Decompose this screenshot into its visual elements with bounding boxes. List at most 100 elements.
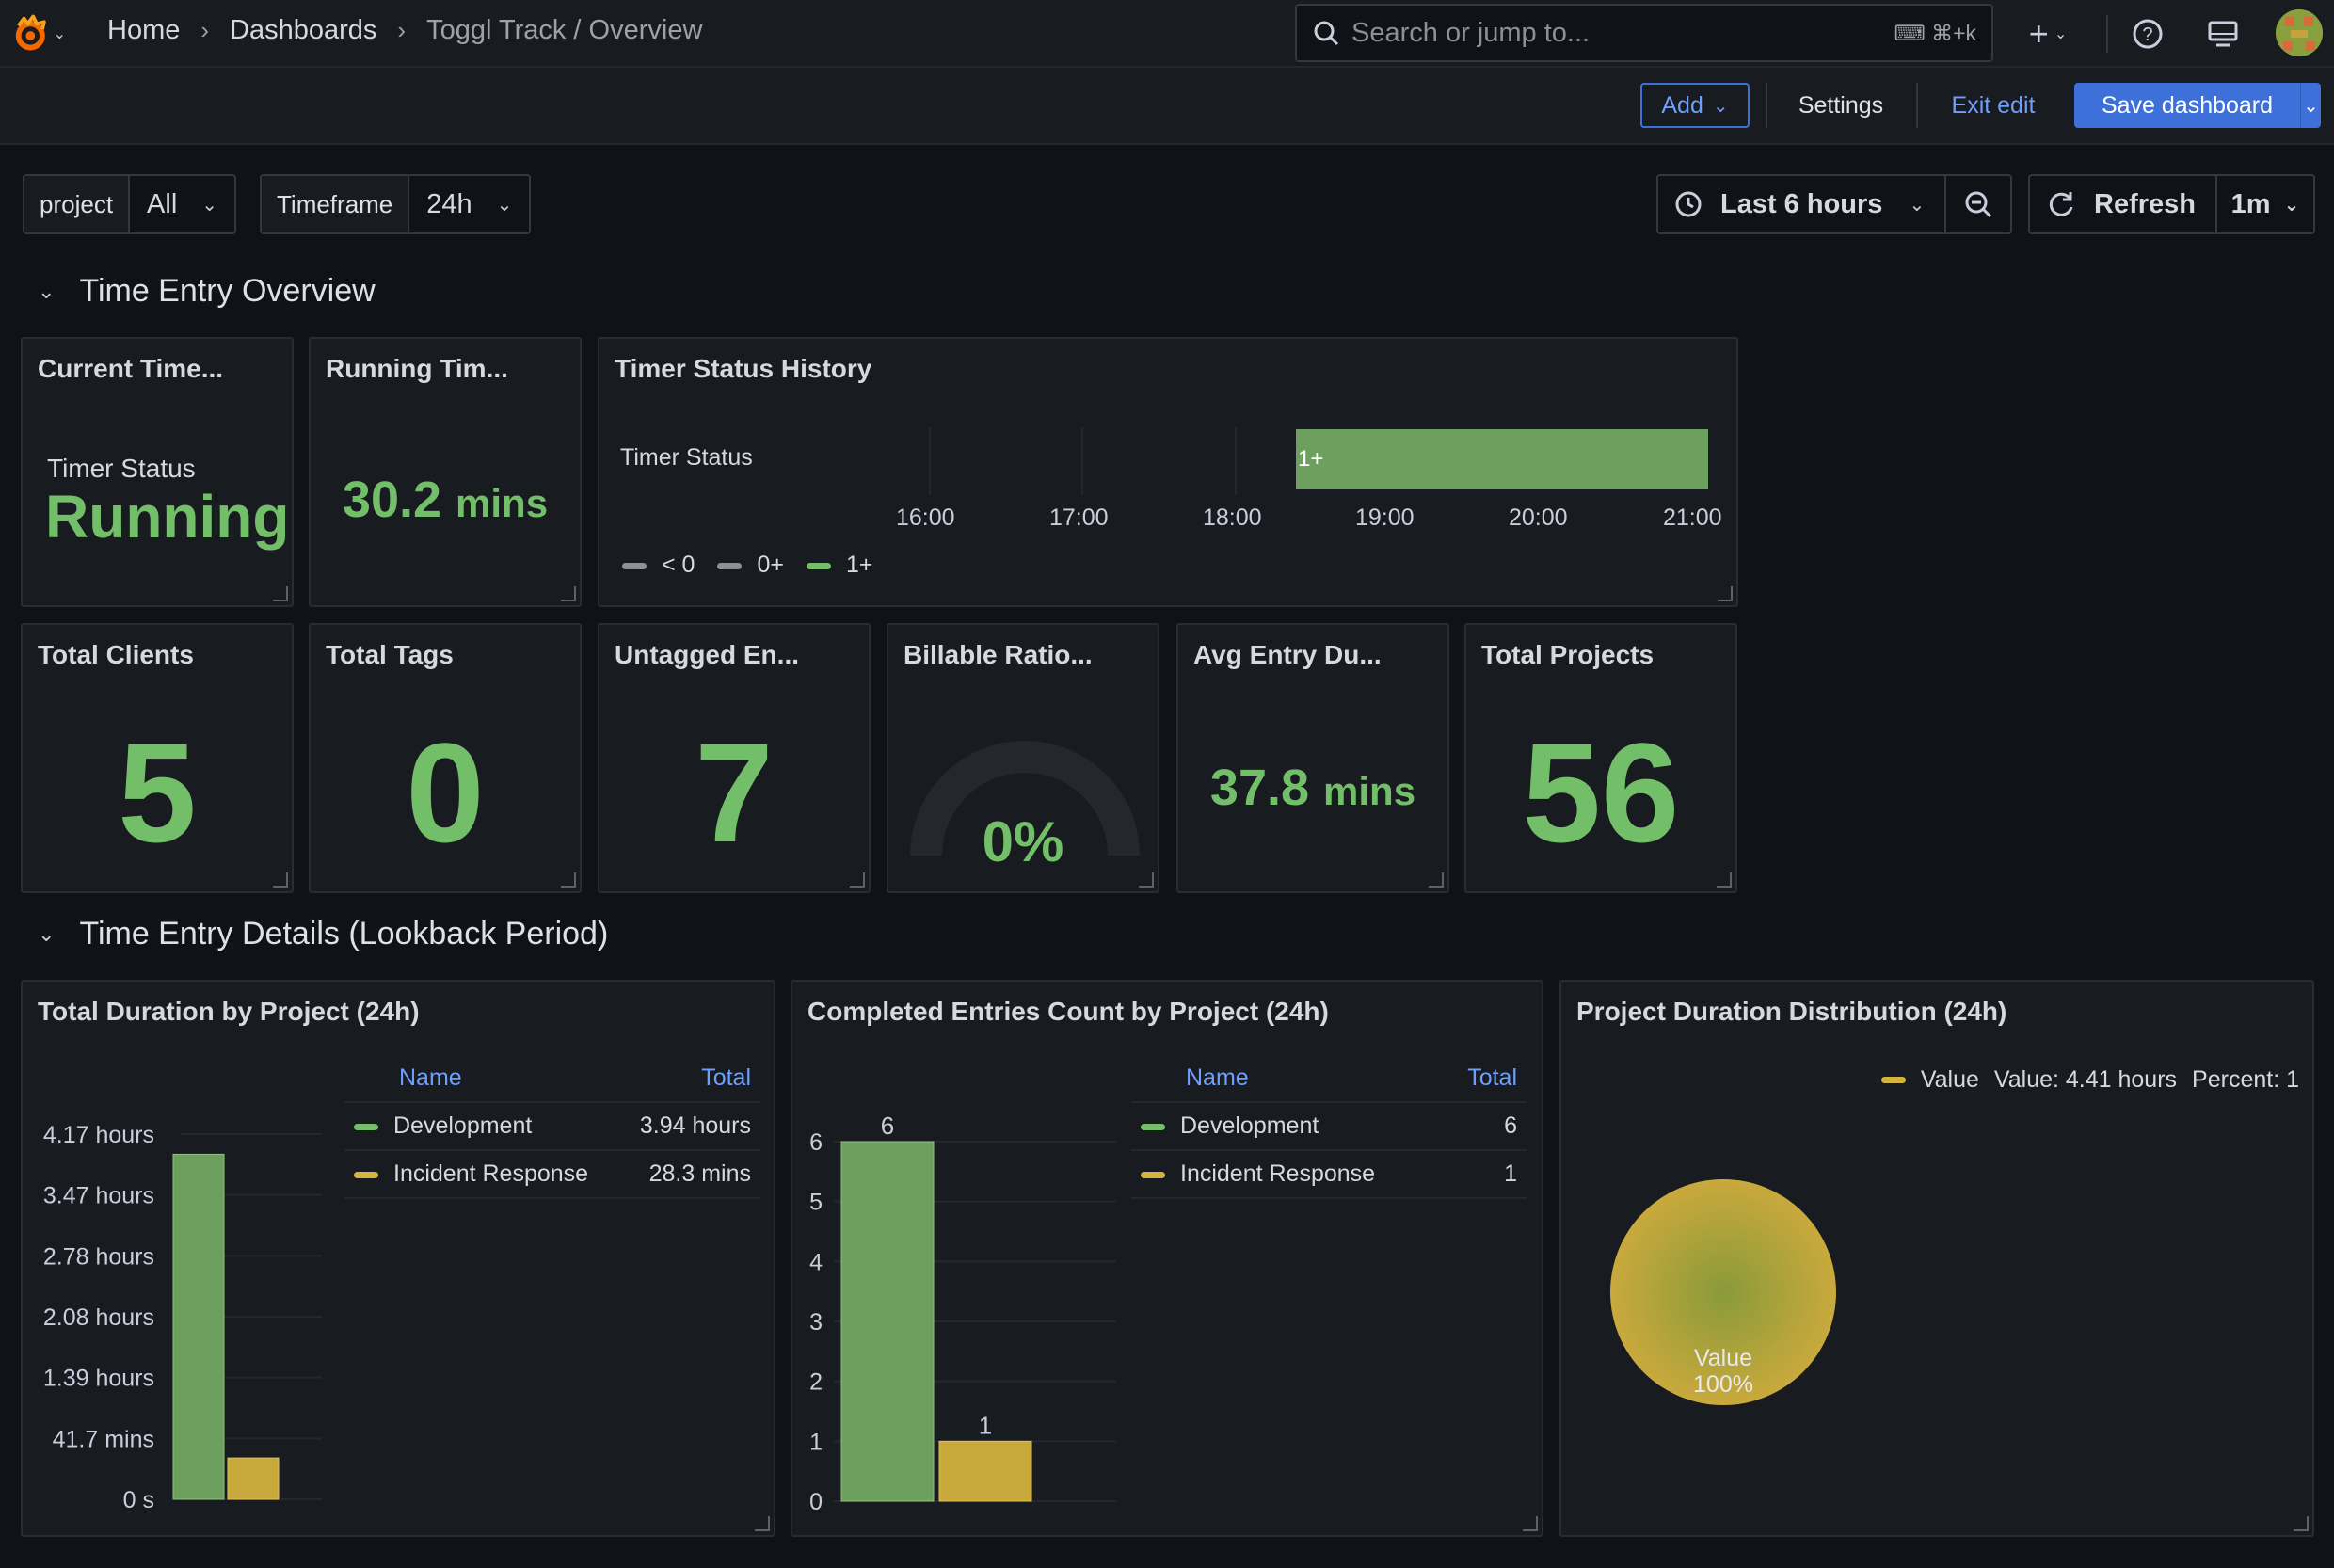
chevron-right-icon: ›: [397, 16, 407, 44]
stat-label: Timer Status: [47, 454, 196, 483]
section-title: Time Entry Overview: [79, 273, 376, 309]
monitor-svg: [2208, 21, 2238, 47]
zoom-out-button[interactable]: [1944, 176, 2010, 232]
legend-swatch: [354, 1123, 378, 1130]
panel-title: Avg Entry Du...: [1193, 640, 1382, 669]
resize-handle[interactable]: [850, 872, 865, 888]
row-time-entry-overview[interactable]: ⌄ Time Entry Overview: [38, 273, 376, 310]
legend-item[interactable]: < 0: [622, 552, 695, 579]
toolbar-divider: [2106, 15, 2108, 53]
legend-row[interactable]: Incident Response 28.3 mins: [344, 1150, 760, 1199]
panel-total-clients[interactable]: Total Clients 5: [21, 623, 294, 893]
settings-button[interactable]: Settings: [1782, 83, 1899, 128]
resize-handle[interactable]: [1429, 872, 1444, 888]
panel-untagged-entries[interactable]: Untagged En... 7: [598, 623, 871, 893]
time-range-label: Last 6 hours: [1720, 188, 1883, 219]
resize-handle[interactable]: [273, 586, 288, 601]
state-timeline-bar[interactable]: 1+: [1296, 429, 1708, 489]
legend-row[interactable]: Development 3.94 hours: [344, 1102, 760, 1151]
clock-icon: [1675, 191, 1702, 217]
exit-edit-button[interactable]: Exit edit: [1939, 83, 2048, 128]
row-label: Timer Status: [620, 444, 753, 471]
bar-development: [172, 1153, 225, 1500]
y-tick-label: 2.08 hours: [43, 1304, 154, 1331]
refresh-picker[interactable]: Refresh 1m ⌄: [2028, 174, 2315, 234]
legend-header-name[interactable]: Name: [344, 1055, 620, 1103]
chevron-down-icon: ⌄: [201, 194, 218, 216]
breadcrumb-home[interactable]: Home: [107, 15, 180, 46]
stat-unit: mins: [456, 481, 549, 525]
panel-duration-distribution[interactable]: Project Duration Distribution (24h) Valu…: [1559, 980, 2314, 1537]
add-button[interactable]: Add ⌄: [1640, 83, 1750, 128]
legend-header-total[interactable]: Total: [619, 1055, 760, 1103]
save-dashboard-button[interactable]: Save dashboard: [2074, 83, 2300, 128]
bar-incident-response: [938, 1440, 1032, 1502]
resize-handle[interactable]: [561, 586, 576, 601]
legend-header-total[interactable]: Total: [1442, 1055, 1527, 1103]
y-tick-label: 4.17 hours: [43, 1122, 154, 1148]
resize-handle[interactable]: [273, 872, 288, 888]
y-tick-label: 6: [809, 1129, 823, 1156]
refresh-label: Refresh: [2094, 188, 2196, 219]
legend-name: Value: [1920, 1066, 1979, 1093]
panel-running-time[interactable]: Running Tim... 30.2 mins: [309, 337, 582, 607]
panel-total-tags[interactable]: Total Tags 0: [309, 623, 582, 893]
y-tick-label: 1.39 hours: [43, 1366, 154, 1392]
panel-duration-by-project[interactable]: Total Duration by Project (24h) 0 s 41.7 …: [21, 980, 775, 1537]
stat-value: 30.2 mins: [311, 471, 580, 529]
kiosk-mode-icon[interactable]: [2204, 15, 2242, 53]
row-time-entry-details[interactable]: ⌄ Time Entry Details (Lookback Period): [38, 916, 608, 952]
search-input[interactable]: Search or jump to... ⌨ ⌘+k: [1295, 4, 1993, 62]
legend-item[interactable]: 1+: [806, 552, 872, 579]
refresh-interval-select[interactable]: 1m ⌄: [2215, 176, 2313, 232]
bar-value-label: 6: [881, 1112, 894, 1140]
resize-handle[interactable]: [1523, 1516, 1538, 1531]
stat-value: 0: [406, 713, 485, 872]
legend-cell-name: Development: [344, 1102, 620, 1151]
user-avatar[interactable]: [2276, 9, 2323, 56]
variable-select[interactable]: All ⌄: [130, 176, 234, 232]
gauge-value: 0%: [982, 810, 1064, 873]
resize-handle[interactable]: [1718, 586, 1733, 601]
breadcrumb-dashboards[interactable]: Dashboards: [230, 15, 376, 46]
stat-value: 37.8 mins: [1178, 759, 1447, 817]
panel-timer-status-history[interactable]: Timer Status History Timer Status 1+ 16:…: [598, 337, 1738, 607]
help-icon[interactable]: ?: [2129, 15, 2166, 53]
resize-handle[interactable]: [1139, 872, 1154, 888]
gridline: [929, 427, 931, 495]
refresh-button[interactable]: Refresh: [2030, 176, 2211, 232]
x-tick: 21:00: [1663, 504, 1722, 531]
legend-row[interactable]: Incident Response 1: [1131, 1150, 1527, 1199]
pie-legend[interactable]: Value Value: 4.41 hours Percent: 1: [1880, 1066, 2299, 1094]
panel-avg-entry-duration[interactable]: Avg Entry Du... 37.8 mins: [1176, 623, 1449, 893]
time-range-value[interactable]: Last 6 hours ⌄: [1658, 176, 1940, 232]
grafana-logo-icon[interactable]: ⌄: [9, 6, 66, 62]
resize-handle[interactable]: [1717, 872, 1732, 888]
x-tick: 16:00: [896, 504, 955, 531]
legend-value: Value: 4.41 hours: [1993, 1066, 2178, 1093]
y-tick-label: 3.47 hours: [43, 1183, 154, 1209]
panel-total-projects[interactable]: Total Projects 56: [1464, 623, 1737, 893]
time-range-picker[interactable]: Last 6 hours ⌄: [1656, 174, 2012, 234]
y-tick-label: 0: [809, 1489, 823, 1515]
resize-handle[interactable]: [755, 1516, 770, 1531]
legend-header-name[interactable]: Name: [1131, 1055, 1443, 1103]
legend-name: Development: [393, 1112, 533, 1139]
panel-billable-ratio[interactable]: Billable Ratio... 0%: [887, 623, 1159, 893]
variable-timeframe[interactable]: Timeframe 24h ⌄: [260, 174, 532, 234]
panel-entries-count[interactable]: Completed Entries Count by Project (24h)…: [791, 980, 1543, 1537]
legend-table-grid: Name Total Development 3.94 hours Incident…: [344, 1055, 760, 1199]
variable-value: 24h: [426, 188, 472, 219]
pie-chart: Value100%: [1610, 1179, 1836, 1405]
toolbar-divider: [1766, 83, 1767, 128]
legend-row[interactable]: Development 6: [1131, 1102, 1527, 1151]
new-menu-button[interactable]: + ⌄: [2018, 11, 2078, 56]
panel-current-timer[interactable]: Current Time... Timer Status Running: [21, 337, 294, 607]
variable-select[interactable]: 24h ⌄: [409, 176, 529, 232]
variable-project[interactable]: project All ⌄: [23, 174, 237, 234]
legend-item[interactable]: 0+: [717, 552, 784, 579]
resize-handle[interactable]: [2294, 1516, 2309, 1531]
resize-handle[interactable]: [561, 872, 576, 888]
save-options-button[interactable]: ⌄: [2300, 83, 2321, 128]
legend-name: Incident Response: [1180, 1160, 1376, 1187]
